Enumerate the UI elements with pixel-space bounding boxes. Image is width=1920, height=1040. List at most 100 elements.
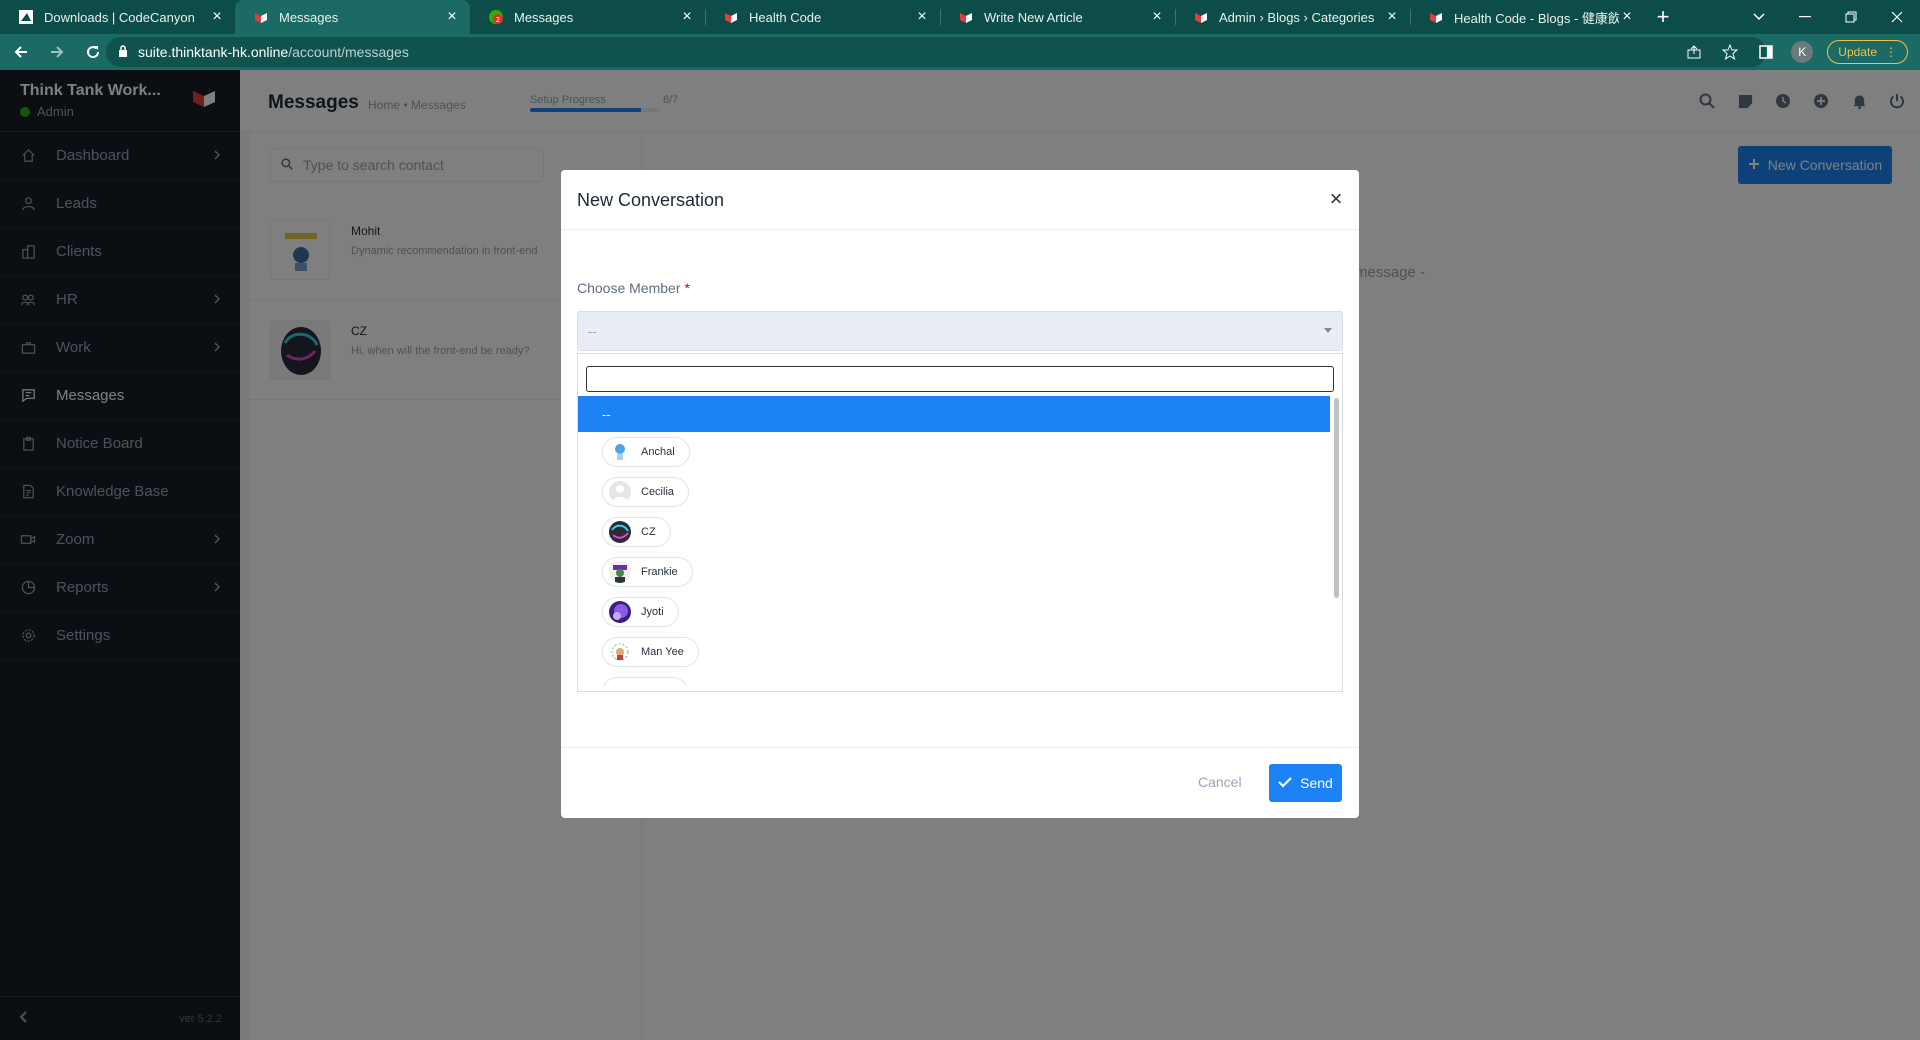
codecanyon-icon: [18, 9, 34, 25]
browser-tab[interactable]: 2 Messages ×: [470, 0, 705, 34]
side-panel-icon[interactable]: [1755, 41, 1777, 63]
svg-text:2: 2: [496, 16, 500, 24]
member-select[interactable]: --: [577, 311, 1343, 351]
dropdown-option-selected[interactable]: --: [578, 396, 1330, 432]
close-tab-icon[interactable]: ×: [1149, 9, 1165, 25]
new-conversation-modal: New Conversation × Choose Member * -- -- …: [561, 170, 1359, 818]
browser-tab[interactable]: Health Code ×: [705, 0, 940, 34]
dropdown-option[interactable]: Frankie: [578, 552, 1330, 592]
address-bar-row: suite.thinktank-hk.online/account/messag…: [0, 34, 1920, 70]
share-icon[interactable]: [1683, 41, 1705, 63]
member-name: Anchal: [641, 446, 675, 458]
member-chip: Cecilia: [602, 477, 690, 507]
dropdown-options: -- Anchal Cecilia CZ Frankie Jyoti Man Y…: [578, 396, 1330, 686]
update-label: Update: [1838, 45, 1877, 59]
caret-down-icon: [1324, 328, 1332, 333]
dropdown-option[interactable]: Anchal: [578, 432, 1330, 472]
cancel-button[interactable]: Cancel: [1198, 774, 1242, 790]
url-host: suite.thinktank-hk.online: [138, 44, 289, 60]
close-tab-icon[interactable]: ×: [1384, 9, 1400, 25]
tab-title: Messages: [514, 9, 574, 25]
browser-tab[interactable]: Write New Article ×: [940, 0, 1175, 34]
url-path: /account/messages: [288, 44, 409, 60]
member-chip: Man Yee: [602, 637, 699, 667]
check-icon: [1278, 775, 1292, 791]
close-tab-icon[interactable]: ×: [209, 9, 225, 25]
worksuite-icon: [723, 9, 739, 25]
lock-icon: [118, 44, 128, 60]
more-vertical-icon: ⋮: [1885, 45, 1897, 59]
worksuite-icon: [1193, 9, 1209, 25]
option-label: --: [602, 406, 611, 422]
avatar: [609, 481, 631, 503]
dropdown-option[interactable]: Man Yee: [578, 632, 1330, 672]
worksuite-icon: [1428, 9, 1444, 25]
bookmark-star-icon[interactable]: [1719, 41, 1741, 63]
tab-title: Write New Article: [984, 9, 1083, 25]
close-icon[interactable]: ×: [1327, 188, 1345, 210]
new-tab-button[interactable]: +: [1645, 0, 1681, 34]
avatar: [609, 561, 631, 583]
close-tab-icon[interactable]: ×: [444, 9, 460, 25]
worksuite-icon: [253, 9, 269, 25]
profile-avatar[interactable]: K: [1791, 41, 1814, 63]
send-label: Send: [1300, 775, 1333, 791]
close-tab-icon[interactable]: ×: [1619, 9, 1635, 25]
restore-icon[interactable]: [1828, 0, 1874, 34]
tab-title: Admin › Blogs › Categories: [1219, 9, 1375, 25]
update-button[interactable]: Update ⋮: [1827, 40, 1908, 64]
modal-title: New Conversation: [577, 190, 725, 210]
tab-search-icon[interactable]: [1736, 0, 1782, 34]
avatar: [609, 521, 631, 543]
back-icon[interactable]: [6, 37, 36, 67]
tab-title: Health Code - Blogs - 健康飲食: [1454, 10, 1619, 26]
avatar: [609, 641, 631, 663]
member-chip-partial: [602, 677, 688, 686]
member-chip: CZ: [602, 517, 671, 547]
window-controls: [1736, 0, 1920, 34]
close-window-icon[interactable]: [1874, 0, 1920, 34]
modal-header: New Conversation ×: [561, 170, 1359, 230]
member-dropdown: -- Anchal Cecilia CZ Frankie Jyoti Man Y…: [577, 353, 1343, 692]
close-tab-icon[interactable]: ×: [679, 9, 695, 25]
member-chip: Jyoti: [602, 597, 679, 627]
member-chip: Frankie: [602, 557, 693, 587]
dropdown-option[interactable]: Cecilia: [578, 472, 1330, 512]
member-name: Jyoti: [641, 606, 664, 618]
select-value: --: [588, 323, 597, 339]
dropdown-search-input[interactable]: [586, 366, 1334, 392]
worksuite-icon: [958, 9, 974, 25]
dropdown-option[interactable]: [578, 672, 1330, 686]
close-tab-icon[interactable]: ×: [914, 9, 930, 25]
member-name: CZ: [641, 526, 656, 538]
dropdown-option[interactable]: CZ: [578, 512, 1330, 552]
member-name: Cecilia: [641, 486, 675, 498]
field-label-text: Choose Member: [577, 280, 681, 296]
member-chip: Anchal: [602, 437, 690, 467]
required-mark: *: [684, 280, 690, 296]
choose-member-label: Choose Member *: [577, 280, 690, 296]
browser-tab[interactable]: Health Code - Blogs - 健康飲食 ×: [1410, 0, 1645, 34]
dropdown-option[interactable]: Jyoti: [578, 592, 1330, 632]
chat-badge-icon: 2: [488, 9, 504, 25]
browser-tab[interactable]: Downloads | CodeCanyon ×: [0, 0, 235, 34]
tab-title: Messages: [279, 9, 339, 25]
modal-backdrop[interactable]: New Conversation × Choose Member * -- -- …: [0, 70, 1920, 1040]
minimize-icon[interactable]: [1782, 0, 1828, 34]
member-name: Frankie: [641, 566, 678, 578]
reload-icon[interactable]: [78, 37, 108, 67]
browser-tab[interactable]: Admin › Blogs › Categories ×: [1175, 0, 1410, 34]
tab-title: Health Code: [749, 9, 822, 25]
browser-tab-active[interactable]: Messages ×: [235, 0, 470, 34]
send-button[interactable]: Send: [1269, 764, 1342, 802]
avatar: [609, 601, 631, 623]
member-name: Man Yee: [641, 646, 684, 658]
dropdown-scrollbar-thumb[interactable]: [1334, 398, 1339, 598]
tab-title: Downloads | CodeCanyon: [44, 9, 195, 25]
avatar: [609, 441, 631, 463]
browser-tab-bar: Downloads | CodeCanyon × Messages × 2 Me…: [0, 0, 1920, 34]
modal-footer: Cancel Send: [561, 747, 1359, 818]
url-field[interactable]: suite.thinktank-hk.online/account/messag…: [106, 37, 1766, 67]
forward-icon[interactable]: [42, 37, 72, 67]
toolbar-right: K Update ⋮: [1683, 37, 1908, 67]
